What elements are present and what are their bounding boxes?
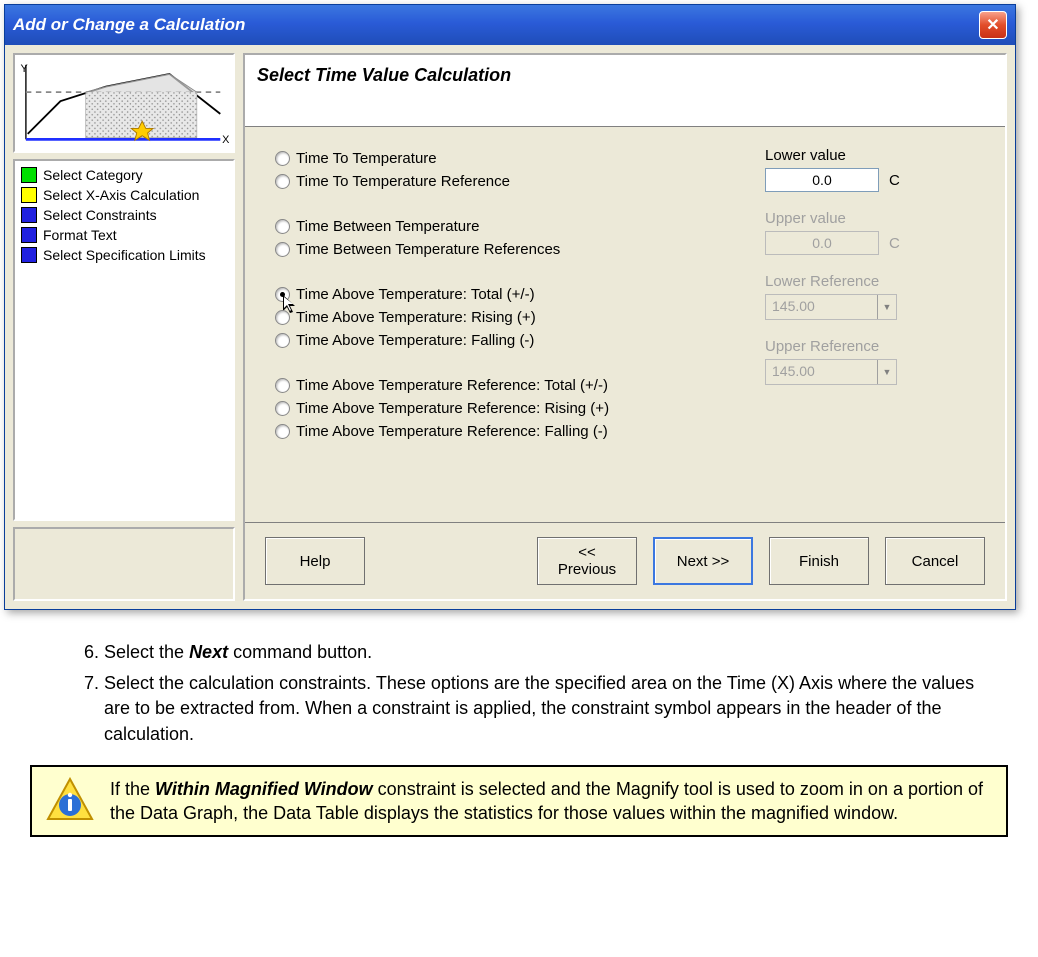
radio-column: Time To Temperature Time To Temperature R…	[275, 147, 735, 502]
radio-group: Time To Temperature Time To Temperature R…	[275, 147, 735, 193]
upper-value-label: Upper value	[765, 210, 975, 227]
upper-reference-combo: 145.00 ▼	[765, 359, 897, 385]
radio-group: Time Above Temperature: Total (+/-) Time …	[275, 283, 735, 352]
lower-reference-combo: 145.00 ▼	[765, 294, 897, 320]
info-warning-icon	[46, 777, 94, 825]
within-magnified-window-keyword: Within Magnified Window	[155, 779, 373, 799]
radio-option[interactable]: Time Above Temperature Reference: Rising…	[275, 397, 735, 420]
finish-button[interactable]: Finish	[769, 537, 869, 585]
lower-value-input[interactable]	[765, 168, 879, 192]
svg-text:Y: Y	[20, 63, 28, 75]
step-label: Select Constraints	[43, 207, 157, 223]
next-keyword: Next	[189, 642, 228, 662]
window-title: Add or Change a Calculation	[13, 15, 245, 35]
button-row: Help << Previous Next >> Finish Cancel	[245, 522, 1005, 599]
radio-button-icon[interactable]	[275, 310, 290, 325]
instruction-step-7: Select the calculation constraints. Thes…	[104, 671, 978, 747]
radio-label: Time Above Temperature: Falling (-)	[296, 332, 534, 349]
step-color-swatch	[21, 247, 37, 263]
lower-value-label: Lower value	[765, 147, 975, 164]
wizard-steps-list: Select Category Select X-Axis Calculation…	[13, 159, 235, 521]
radio-button-icon[interactable]	[275, 174, 290, 189]
radio-button-icon[interactable]	[275, 333, 290, 348]
radio-button-icon[interactable]	[275, 219, 290, 234]
radio-label: Time Above Temperature Reference: Rising…	[296, 400, 609, 417]
radio-option[interactable]: Time Between Temperature	[275, 215, 735, 238]
radio-option[interactable]: Time Above Temperature: Rising (+)	[275, 306, 735, 329]
value-column: Lower value C Upper value C	[765, 147, 975, 502]
previous-button[interactable]: << Previous	[537, 537, 637, 585]
radio-label: Time Above Temperature: Total (+/-)	[296, 286, 535, 303]
radio-label: Time To Temperature Reference	[296, 173, 510, 190]
upper-value-unit: C	[889, 235, 900, 252]
step-label: Format Text	[43, 227, 117, 243]
radio-button-icon[interactable]	[275, 151, 290, 166]
radio-button-icon[interactable]	[275, 242, 290, 257]
radio-label: Time Between Temperature References	[296, 241, 560, 258]
left-panel: Y X	[13, 53, 235, 601]
instruction-step-6: Select the Next command button.	[104, 640, 978, 665]
svg-text:X: X	[222, 134, 230, 146]
right-panel: Select Time Value Calculation Time To Te…	[243, 53, 1007, 601]
wizard-step-item[interactable]: Select Category	[17, 165, 231, 185]
upper-value-field: Upper value C	[765, 210, 975, 255]
radio-label: Time To Temperature	[296, 150, 437, 167]
title-bar: Add or Change a Calculation ✕	[5, 5, 1015, 45]
radio-option[interactable]: Time Above Temperature Reference: Total …	[275, 374, 735, 397]
radio-button-icon[interactable]	[275, 287, 290, 302]
panel-content: Time To Temperature Time To Temperature R…	[245, 127, 1005, 522]
radio-option[interactable]: Time To Temperature	[275, 147, 735, 170]
wizard-step-item[interactable]: Select Constraints	[17, 205, 231, 225]
wizard-step-item[interactable]: Select Specification Limits	[17, 245, 231, 265]
lower-value-unit: C	[889, 172, 900, 189]
radio-button-icon[interactable]	[275, 401, 290, 416]
note-text: If the Within Magnified Window constrain…	[110, 777, 992, 826]
upper-reference-label: Upper Reference	[765, 338, 975, 355]
wizard-step-item[interactable]: Select X-Axis Calculation	[17, 185, 231, 205]
radio-button-icon[interactable]	[275, 378, 290, 393]
wizard-step-item[interactable]: Format Text	[17, 225, 231, 245]
upper-reference-value: 145.00	[766, 360, 877, 384]
step-color-swatch	[21, 187, 37, 203]
radio-group: Time Above Temperature Reference: Total …	[275, 374, 735, 443]
lower-reference-field: Lower Reference 145.00 ▼	[765, 273, 975, 320]
step-color-swatch	[21, 167, 37, 183]
radio-option[interactable]: Time Above Temperature: Total (+/-)	[275, 283, 735, 306]
step-color-swatch	[21, 207, 37, 223]
close-button[interactable]: ✕	[979, 11, 1007, 39]
radio-label: Time Above Temperature Reference: Fallin…	[296, 423, 608, 440]
dialog-window: Add or Change a Calculation ✕ Y X	[4, 4, 1016, 610]
lower-value-field: Lower value C	[765, 147, 975, 192]
preview-box	[13, 527, 235, 601]
chevron-down-icon: ▼	[877, 295, 896, 319]
upper-reference-field: Upper Reference 145.00 ▼	[765, 338, 975, 385]
step-color-swatch	[21, 227, 37, 243]
note-box: If the Within Magnified Window constrain…	[30, 765, 1008, 838]
upper-value-input	[765, 231, 879, 255]
radio-label: Time Between Temperature	[296, 218, 479, 235]
radio-label: Time Above Temperature Reference: Total …	[296, 377, 608, 394]
lower-reference-value: 145.00	[766, 295, 877, 319]
radio-option[interactable]: Time Between Temperature References	[275, 238, 735, 261]
chevron-down-icon: ▼	[877, 360, 896, 384]
radio-button-icon[interactable]	[275, 424, 290, 439]
close-icon: ✕	[986, 15, 999, 35]
radio-group: Time Between Temperature Time Between Tem…	[275, 215, 735, 261]
radio-option[interactable]: Time To Temperature Reference	[275, 170, 735, 193]
radio-option[interactable]: Time Above Temperature Reference: Fallin…	[275, 420, 735, 443]
step-label: Select Specification Limits	[43, 247, 206, 263]
cancel-button[interactable]: Cancel	[885, 537, 985, 585]
dialog-body: Y X	[5, 45, 1015, 609]
instructions-section: Select the Next command button. Select t…	[80, 640, 978, 747]
radio-option[interactable]: Time Above Temperature: Falling (-)	[275, 329, 735, 352]
step-label: Select Category	[43, 167, 143, 183]
wizard-graph-thumbnail: Y X	[13, 53, 235, 153]
panel-heading: Select Time Value Calculation	[245, 55, 1005, 127]
lower-reference-label: Lower Reference	[765, 273, 975, 290]
radio-label: Time Above Temperature: Rising (+)	[296, 309, 536, 326]
step-label: Select X-Axis Calculation	[43, 187, 199, 203]
help-button[interactable]: Help	[265, 537, 365, 585]
next-button[interactable]: Next >>	[653, 537, 753, 585]
